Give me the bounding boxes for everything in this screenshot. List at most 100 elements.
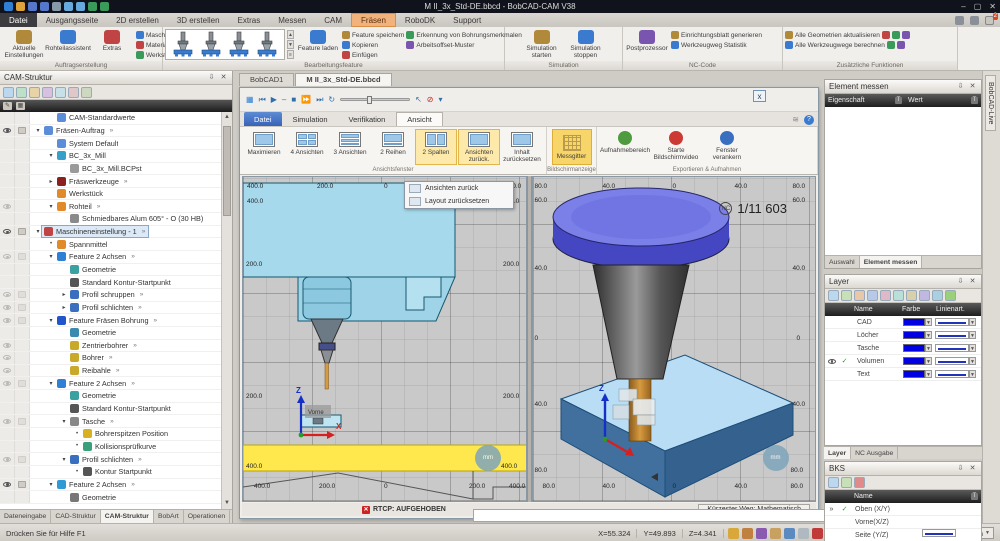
tree-row[interactable]: •Spannmittel (0, 238, 232, 251)
sim-tab-ansicht[interactable]: Ansicht (396, 112, 443, 126)
extra-icon[interactable] (897, 41, 905, 49)
options-icon[interactable]: ≋ (792, 115, 799, 125)
edit-cell[interactable] (15, 390, 30, 402)
button-simulation-stoppen[interactable]: Simulation stoppen (564, 28, 608, 61)
tree-item[interactable]: CAM-Standardwerte (55, 112, 137, 123)
tree-item[interactable]: Geometrie (68, 264, 118, 275)
visibility-cell[interactable] (0, 125, 15, 137)
options-chevron-icon[interactable]: » (131, 481, 136, 488)
tree-row[interactable]: Geometrie (0, 491, 232, 504)
expander-icon[interactable]: ▾ (47, 317, 55, 324)
edit-icon[interactable] (42, 87, 53, 98)
extra-icon[interactable] (902, 31, 910, 39)
tree-row[interactable]: ▾BC_3x_Mill (0, 150, 232, 163)
filter-icon[interactable]: T (971, 493, 978, 500)
tree-item[interactable]: Tasche» (68, 416, 117, 427)
tree-row[interactable]: Werkstück (0, 188, 232, 201)
tree-row[interactable]: Geometrie (0, 390, 232, 403)
bks-row[interactable]: »✓Oben (X/Y) (825, 503, 981, 516)
options-chevron-icon[interactable]: » (138, 456, 143, 463)
visibility-cell[interactable] (0, 289, 15, 301)
collapse-icon[interactable] (3, 87, 14, 98)
edit-cell[interactable] (15, 188, 30, 200)
close-icon[interactable]: x (753, 90, 766, 102)
visibility-cell[interactable] (0, 340, 15, 352)
button-starte-bildschirmvideo[interactable]: Starte Bildschirmvideo (651, 129, 701, 165)
tree-row[interactable]: ▾Maschineneinstellung - 1» (0, 226, 232, 239)
minimize-ribbon-icon[interactable] (970, 16, 979, 25)
layer-row[interactable]: Tasche▼▼ (825, 342, 981, 355)
tab-3d-erstellen[interactable]: 3D erstellen (168, 13, 229, 27)
tree-row[interactable]: ▾Feature 2 Achsen» (0, 479, 232, 492)
viewport-front[interactable]: Vorne Z X mm Ansichten zurückLayout zurü… (242, 176, 527, 502)
tree-item[interactable]: Maschineneinstellung - 1» (42, 226, 148, 237)
edit-cell[interactable] (15, 175, 30, 187)
visibility-cell[interactable] (0, 491, 15, 503)
layer-tool-icon[interactable] (919, 290, 930, 301)
button-fenster-verankern[interactable]: Fenster verankern (702, 129, 752, 165)
visibility-cell[interactable] (0, 264, 15, 276)
loop-icon[interactable]: ↻ (328, 95, 335, 104)
layer-tool-icon[interactable] (906, 290, 917, 301)
button-alle-werkzeugwege-berechnen[interactable]: Alle Werkzeugwege berechnen (785, 41, 910, 49)
options-chevron-icon[interactable]: » (140, 291, 145, 298)
tree-item[interactable]: BC_3x_Mill.BCPst (68, 163, 144, 174)
close-icon[interactable]: ✕ (989, 2, 996, 11)
tree-row[interactable]: CAM-Standardwerte (0, 112, 232, 125)
visibility-cell[interactable] (0, 137, 15, 149)
tree-item[interactable]: System Default (55, 138, 120, 149)
tree-row[interactable]: ▾Feature 2 Achsen» (0, 377, 232, 390)
linestyle-swatch[interactable] (935, 331, 969, 339)
expander-icon[interactable]: ▸ (60, 291, 68, 298)
dropdown-icon[interactable]: ▼ (969, 357, 976, 365)
visibility-cell[interactable] (0, 276, 15, 288)
sim-tab-verifikation[interactable]: Verifikation (339, 112, 396, 126)
options-chevron-icon[interactable]: » (110, 418, 115, 425)
messgitter-button[interactable]: Messgitter (552, 129, 592, 165)
tree-item[interactable]: Schmiedbares Alum 605° - O (30 HB) (68, 213, 205, 224)
tree-item[interactable]: Werkstück (55, 188, 105, 199)
tab-operationen[interactable]: Operationen (184, 510, 230, 523)
bks-marker-cell[interactable]: » (825, 506, 838, 513)
layer-tool-icon[interactable] (867, 290, 878, 301)
linestyle-swatch[interactable] (935, 357, 969, 365)
edit-cell[interactable] (15, 415, 30, 427)
tree-item[interactable]: Profil schlichten» (68, 454, 145, 465)
tab-cad-struktur[interactable]: CAD-Struktur (51, 510, 100, 523)
visibility-cell[interactable] (0, 415, 15, 427)
tree-row[interactable]: Standard Kontur-Startpunkt (0, 403, 232, 416)
tool-feature-icon[interactable] (228, 31, 250, 59)
sim-tab-simulation[interactable]: Simulation (283, 112, 338, 126)
edit-cell[interactable] (15, 352, 30, 364)
button-aktuelle-einstellungen[interactable]: Aktuelle Einstellungen (2, 28, 46, 61)
dropdown-icon[interactable]: ▼ (969, 331, 976, 339)
bks-tool-icon[interactable] (854, 477, 865, 488)
expander-icon[interactable]: ▾ (60, 456, 68, 463)
ucs-icon[interactable] (742, 528, 753, 539)
save-icon[interactable] (28, 2, 37, 11)
view-button-cols[interactable]: 2 Spalten (415, 129, 457, 165)
color-swatch[interactable] (903, 370, 925, 378)
color-swatch[interactable] (903, 344, 925, 352)
layer-tool-icon[interactable] (880, 290, 891, 301)
notifications-icon[interactable]: 2 (985, 16, 994, 25)
refresh-icon[interactable] (29, 87, 40, 98)
options-chevron-icon[interactable]: » (124, 178, 129, 185)
tree-row[interactable]: ▸Fräswerkzeuge» (0, 175, 232, 188)
tree-item[interactable]: Geometrie (68, 327, 118, 338)
post-icon[interactable] (55, 87, 66, 98)
tree-item[interactable]: Feature 2 Achsen» (55, 251, 138, 262)
skip-end-icon[interactable]: ⏭ (316, 95, 323, 105)
tree-item[interactable]: Fräsen-Auftrag» (42, 125, 116, 136)
tree-row[interactable]: •Kollisionsprüfkurve (0, 441, 232, 454)
tab-datei[interactable]: Datei (0, 13, 37, 27)
tree-item[interactable]: Feature 2 Achsen» (55, 378, 138, 389)
tree-row[interactable]: ▾Profil schlichten» (0, 453, 232, 466)
dropdown-icon[interactable]: ▼ (925, 318, 932, 326)
tab-nc-ausgabe[interactable]: NC Ausgabe (851, 447, 898, 459)
expander-icon[interactable]: ▾ (34, 127, 42, 134)
close-icon[interactable]: ✕ (219, 73, 228, 82)
tree-row[interactable]: ▾Fräsen-Auftrag» (0, 125, 232, 138)
snap-icon[interactable] (728, 528, 739, 539)
edit-cell[interactable] (15, 125, 30, 137)
